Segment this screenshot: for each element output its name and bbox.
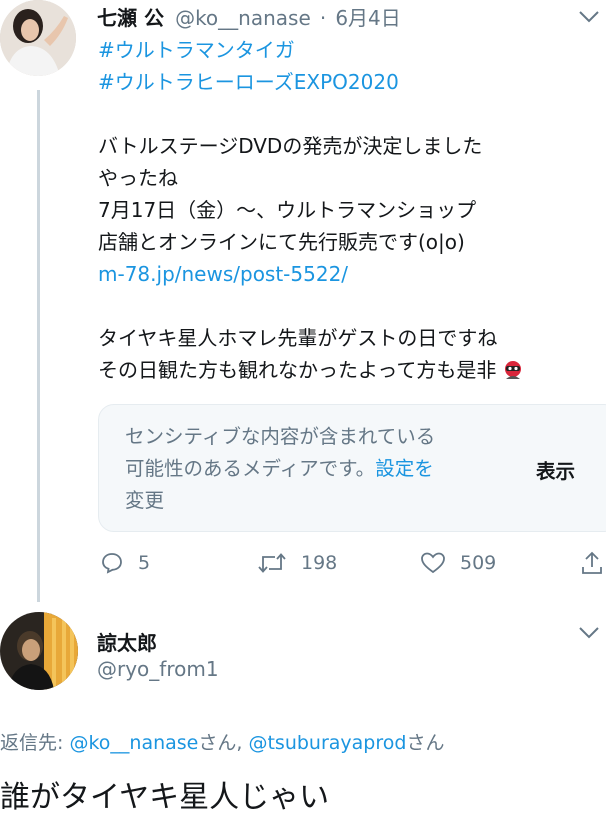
tweet-header: 七瀬 公 @ko__nanase · 6月4日 xyxy=(97,2,401,31)
show-media-button[interactable]: 表示 xyxy=(536,455,575,484)
mask-emoji-icon xyxy=(504,361,521,379)
change-settings-link[interactable]: 設定を xyxy=(375,457,434,480)
mention-tsuburayaprod[interactable]: @tsuburayaprod xyxy=(248,732,406,754)
chevron-down-icon[interactable] xyxy=(578,626,600,640)
like-action[interactable]: 509 xyxy=(420,551,496,575)
retweet-action[interactable]: 198 xyxy=(257,551,337,575)
reply-author-handle[interactable]: @ryo_from1 xyxy=(97,657,219,681)
reply-author-name[interactable]: 諒太郎 xyxy=(97,627,157,656)
retweet-count: 198 xyxy=(301,552,338,574)
sensitive-line-2: 可能性のあるメディアです。設定を xyxy=(125,453,434,485)
replying-to-label: 返信先: xyxy=(0,732,64,754)
honorific: さん xyxy=(406,732,445,754)
replying-to: 返信先: @ko__nanaseさん, @tsuburayaprodさん xyxy=(0,728,444,755)
reply-count: 5 xyxy=(138,552,151,574)
reply-icon xyxy=(102,553,122,574)
tweet-text-line-content: その日観た方も観れなかったよって方も是非 xyxy=(98,358,497,382)
tweet-date[interactable]: 6月4日 xyxy=(335,6,400,30)
like-count: 509 xyxy=(460,552,497,574)
tweet-text-line: タイヤキ星人ホマレ先輩がゲストの日ですね xyxy=(98,326,498,350)
share-icon[interactable] xyxy=(580,550,604,576)
tweet-body: #ウルトラマンタイガ #ウルトラヒーローズEXPO2020 バトルステージDVD… xyxy=(98,34,604,386)
tweet-text-line: その日観た方も観れなかったよって方も是非 xyxy=(98,354,604,386)
reply-action[interactable]: 5 xyxy=(100,551,150,575)
header-separator: · xyxy=(319,6,327,30)
sensitive-line-1: センシティブな内容が含まれている xyxy=(125,425,436,448)
hashtag-ultraheroes-expo[interactable]: #ウルトラヒーローズEXPO2020 xyxy=(98,66,604,98)
hashtag-ultraman-taiga[interactable]: #ウルトラマンタイガ xyxy=(98,34,604,66)
tweet-text-line: 店舗とオンラインにて先行販売です(o|o) xyxy=(98,230,465,254)
mention-ko-nanase[interactable]: @ko__nanase xyxy=(69,732,198,754)
thread-line xyxy=(37,90,40,602)
retweet-icon xyxy=(258,553,286,573)
change-settings-link-cont[interactable]: 変更 xyxy=(125,485,164,517)
honorific: さん, xyxy=(198,732,243,754)
reply-author-avatar[interactable] xyxy=(0,612,78,690)
tweet-text-line: やったね xyxy=(98,166,178,190)
sensitive-media-notice: センシティブな内容が含まれている 可能性のあるメディアです。設定を 変更 表示 xyxy=(98,404,606,532)
tweet-text-line: バトルステージDVDの発売が決定しました xyxy=(98,134,483,158)
author-handle[interactable]: @ko__nanase xyxy=(175,6,311,30)
chevron-down-icon[interactable] xyxy=(578,10,600,24)
author-avatar[interactable] xyxy=(0,0,76,76)
tweet-text-line: 7月17日（金）〜、ウルトラマンショップ xyxy=(98,198,477,222)
heart-icon xyxy=(421,552,445,574)
reply-body: 誰がタイヤキ星人じゃい xyxy=(0,780,330,815)
news-link[interactable]: m-78.jp/news/post-5522/ xyxy=(98,258,604,290)
sensitive-line-2-text: 可能性のあるメディアです。 xyxy=(125,457,376,480)
author-name[interactable]: 七瀬 公 xyxy=(97,6,164,30)
